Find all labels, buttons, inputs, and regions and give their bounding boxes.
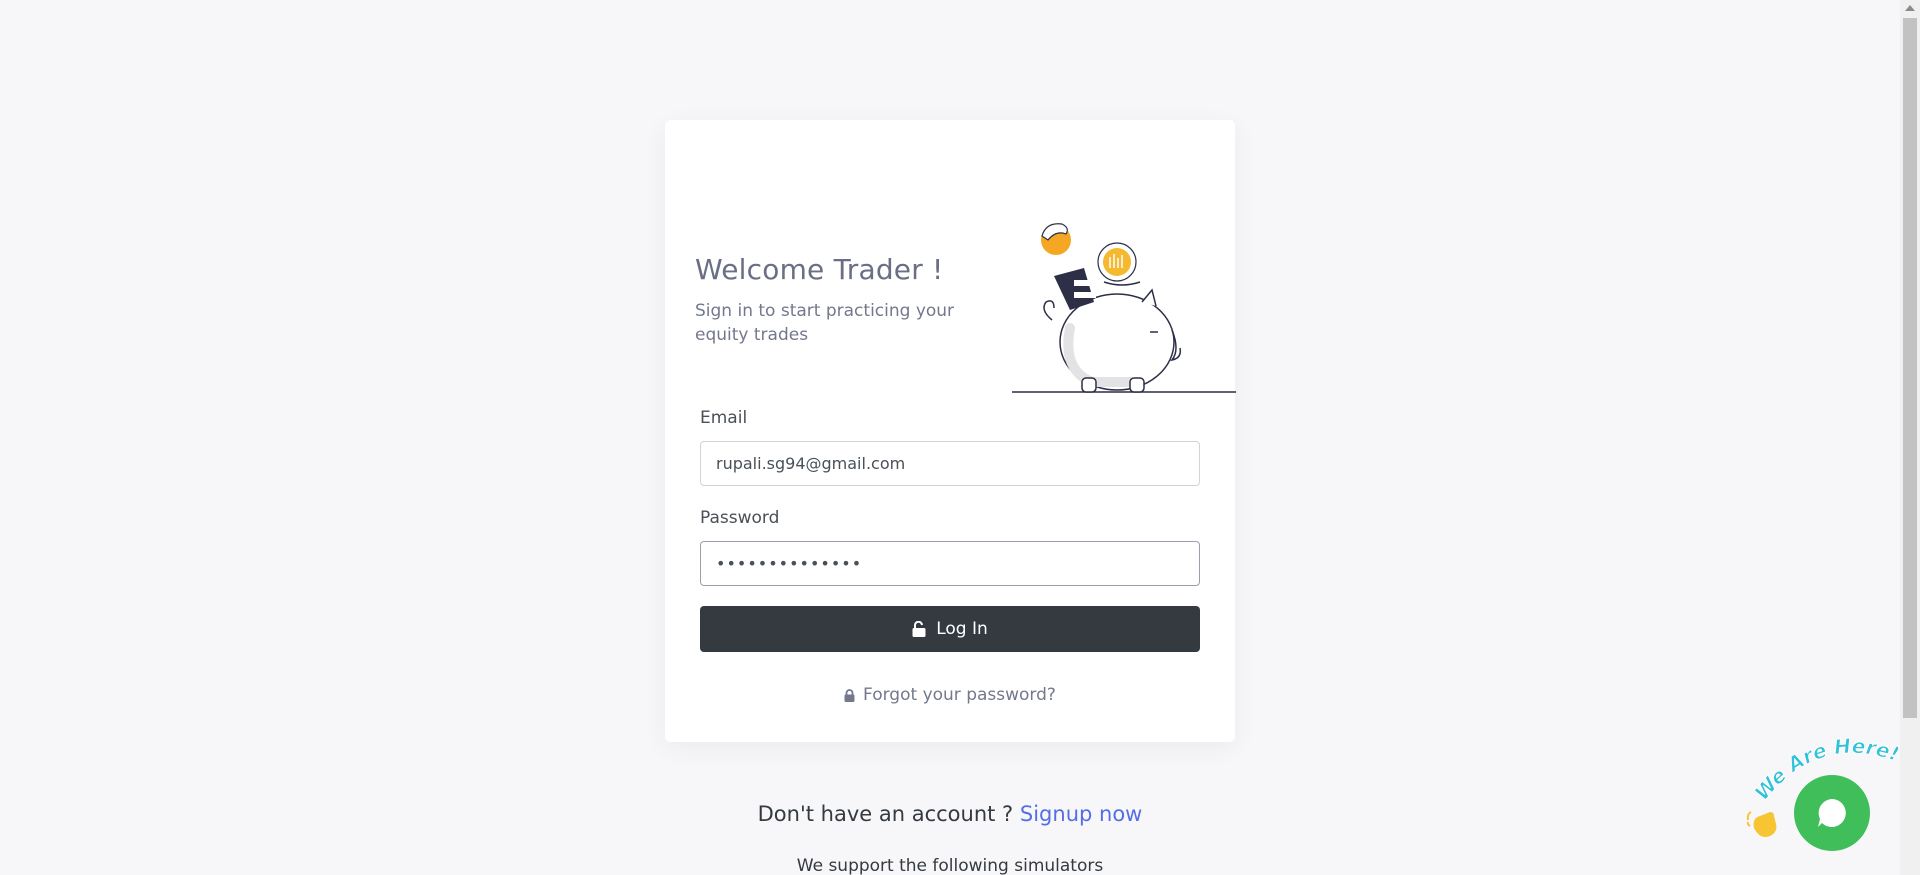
- email-field[interactable]: [700, 441, 1200, 486]
- login-button-label: Log In: [936, 619, 988, 639]
- scroll-up-icon[interactable]: [1905, 5, 1915, 11]
- password-label: Password: [700, 508, 780, 528]
- chat-button[interactable]: [1794, 775, 1870, 851]
- waving-hand-icon: [1746, 811, 1777, 837]
- unlock-icon: [912, 621, 926, 637]
- password-field[interactable]: [700, 541, 1200, 586]
- signup-prompt: Don't have an account ? Signup now: [0, 802, 1900, 826]
- scrollbar-thumb[interactable]: [1903, 18, 1917, 718]
- vertical-scrollbar[interactable]: [1900, 0, 1920, 875]
- login-card: Welcome Trader ! Sign in to start practi…: [665, 120, 1236, 742]
- signup-link[interactable]: Signup now: [1020, 802, 1142, 826]
- signup-prompt-text: Don't have an account ?: [757, 802, 1014, 826]
- forgot-password-label: Forgot your password?: [863, 685, 1056, 705]
- email-group: Email: [700, 408, 1200, 486]
- lock-icon: [844, 688, 855, 702]
- piggy-bank-illustration: [1012, 223, 1236, 393]
- support-text: We support the following simulators: [796, 856, 1104, 875]
- password-group: Password: [700, 508, 1200, 586]
- login-form: Email Password Log In Forgot your pa: [700, 408, 1200, 705]
- email-label: Email: [700, 408, 748, 428]
- login-page: Welcome Trader ! Sign in to start practi…: [0, 0, 1920, 875]
- forgot-password-link[interactable]: Forgot your password?: [700, 685, 1200, 705]
- chat-icon: [1818, 799, 1846, 827]
- welcome-title: Welcome Trader !: [695, 253, 944, 286]
- chat-widget[interactable]: We Are Here!: [1738, 732, 1898, 854]
- login-button[interactable]: Log In: [700, 606, 1200, 652]
- welcome-subtitle: Sign in to start practicing your equity …: [695, 301, 955, 345]
